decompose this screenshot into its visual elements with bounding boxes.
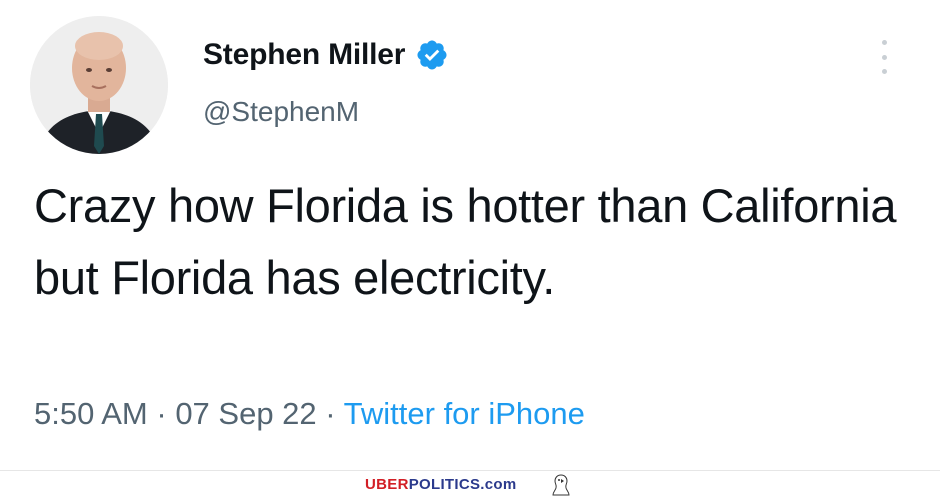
meta-separator: · (316, 396, 344, 431)
avatar-photo (30, 16, 168, 154)
author-row: Stephen Miller (203, 38, 449, 72)
watermark: UBERPOLITICS.com (365, 476, 516, 493)
tweet-time[interactable]: 5:50 AM (34, 396, 148, 431)
more-dot (881, 54, 887, 60)
tweet-source[interactable]: Twitter for iPhone (344, 396, 585, 431)
more-vertical-icon[interactable] (880, 40, 888, 74)
watermark-part2: POLITICS.com (408, 476, 517, 493)
avatar[interactable] (30, 16, 168, 154)
watermark-part1: UBER (365, 476, 409, 493)
tweet-text: Crazy how Florida is hotter than Califor… (34, 179, 897, 304)
tweet-date[interactable]: 07 Sep 22 (175, 396, 316, 431)
verified-badge-icon (417, 40, 447, 70)
author-name[interactable]: Stephen Miller (203, 38, 405, 72)
more-dot (881, 69, 887, 74)
eagle-icon (552, 474, 570, 496)
author-handle[interactable]: @StephenM (203, 96, 359, 128)
more-dot (881, 40, 887, 45)
meta-separator: · (147, 396, 176, 431)
tweet-meta: 5:50 AM · 07 Sep 22 · Twitter for iPhone (34, 396, 585, 432)
tweet-card: Stephen Miller @StephenM Crazy how Flori… (0, 0, 940, 470)
